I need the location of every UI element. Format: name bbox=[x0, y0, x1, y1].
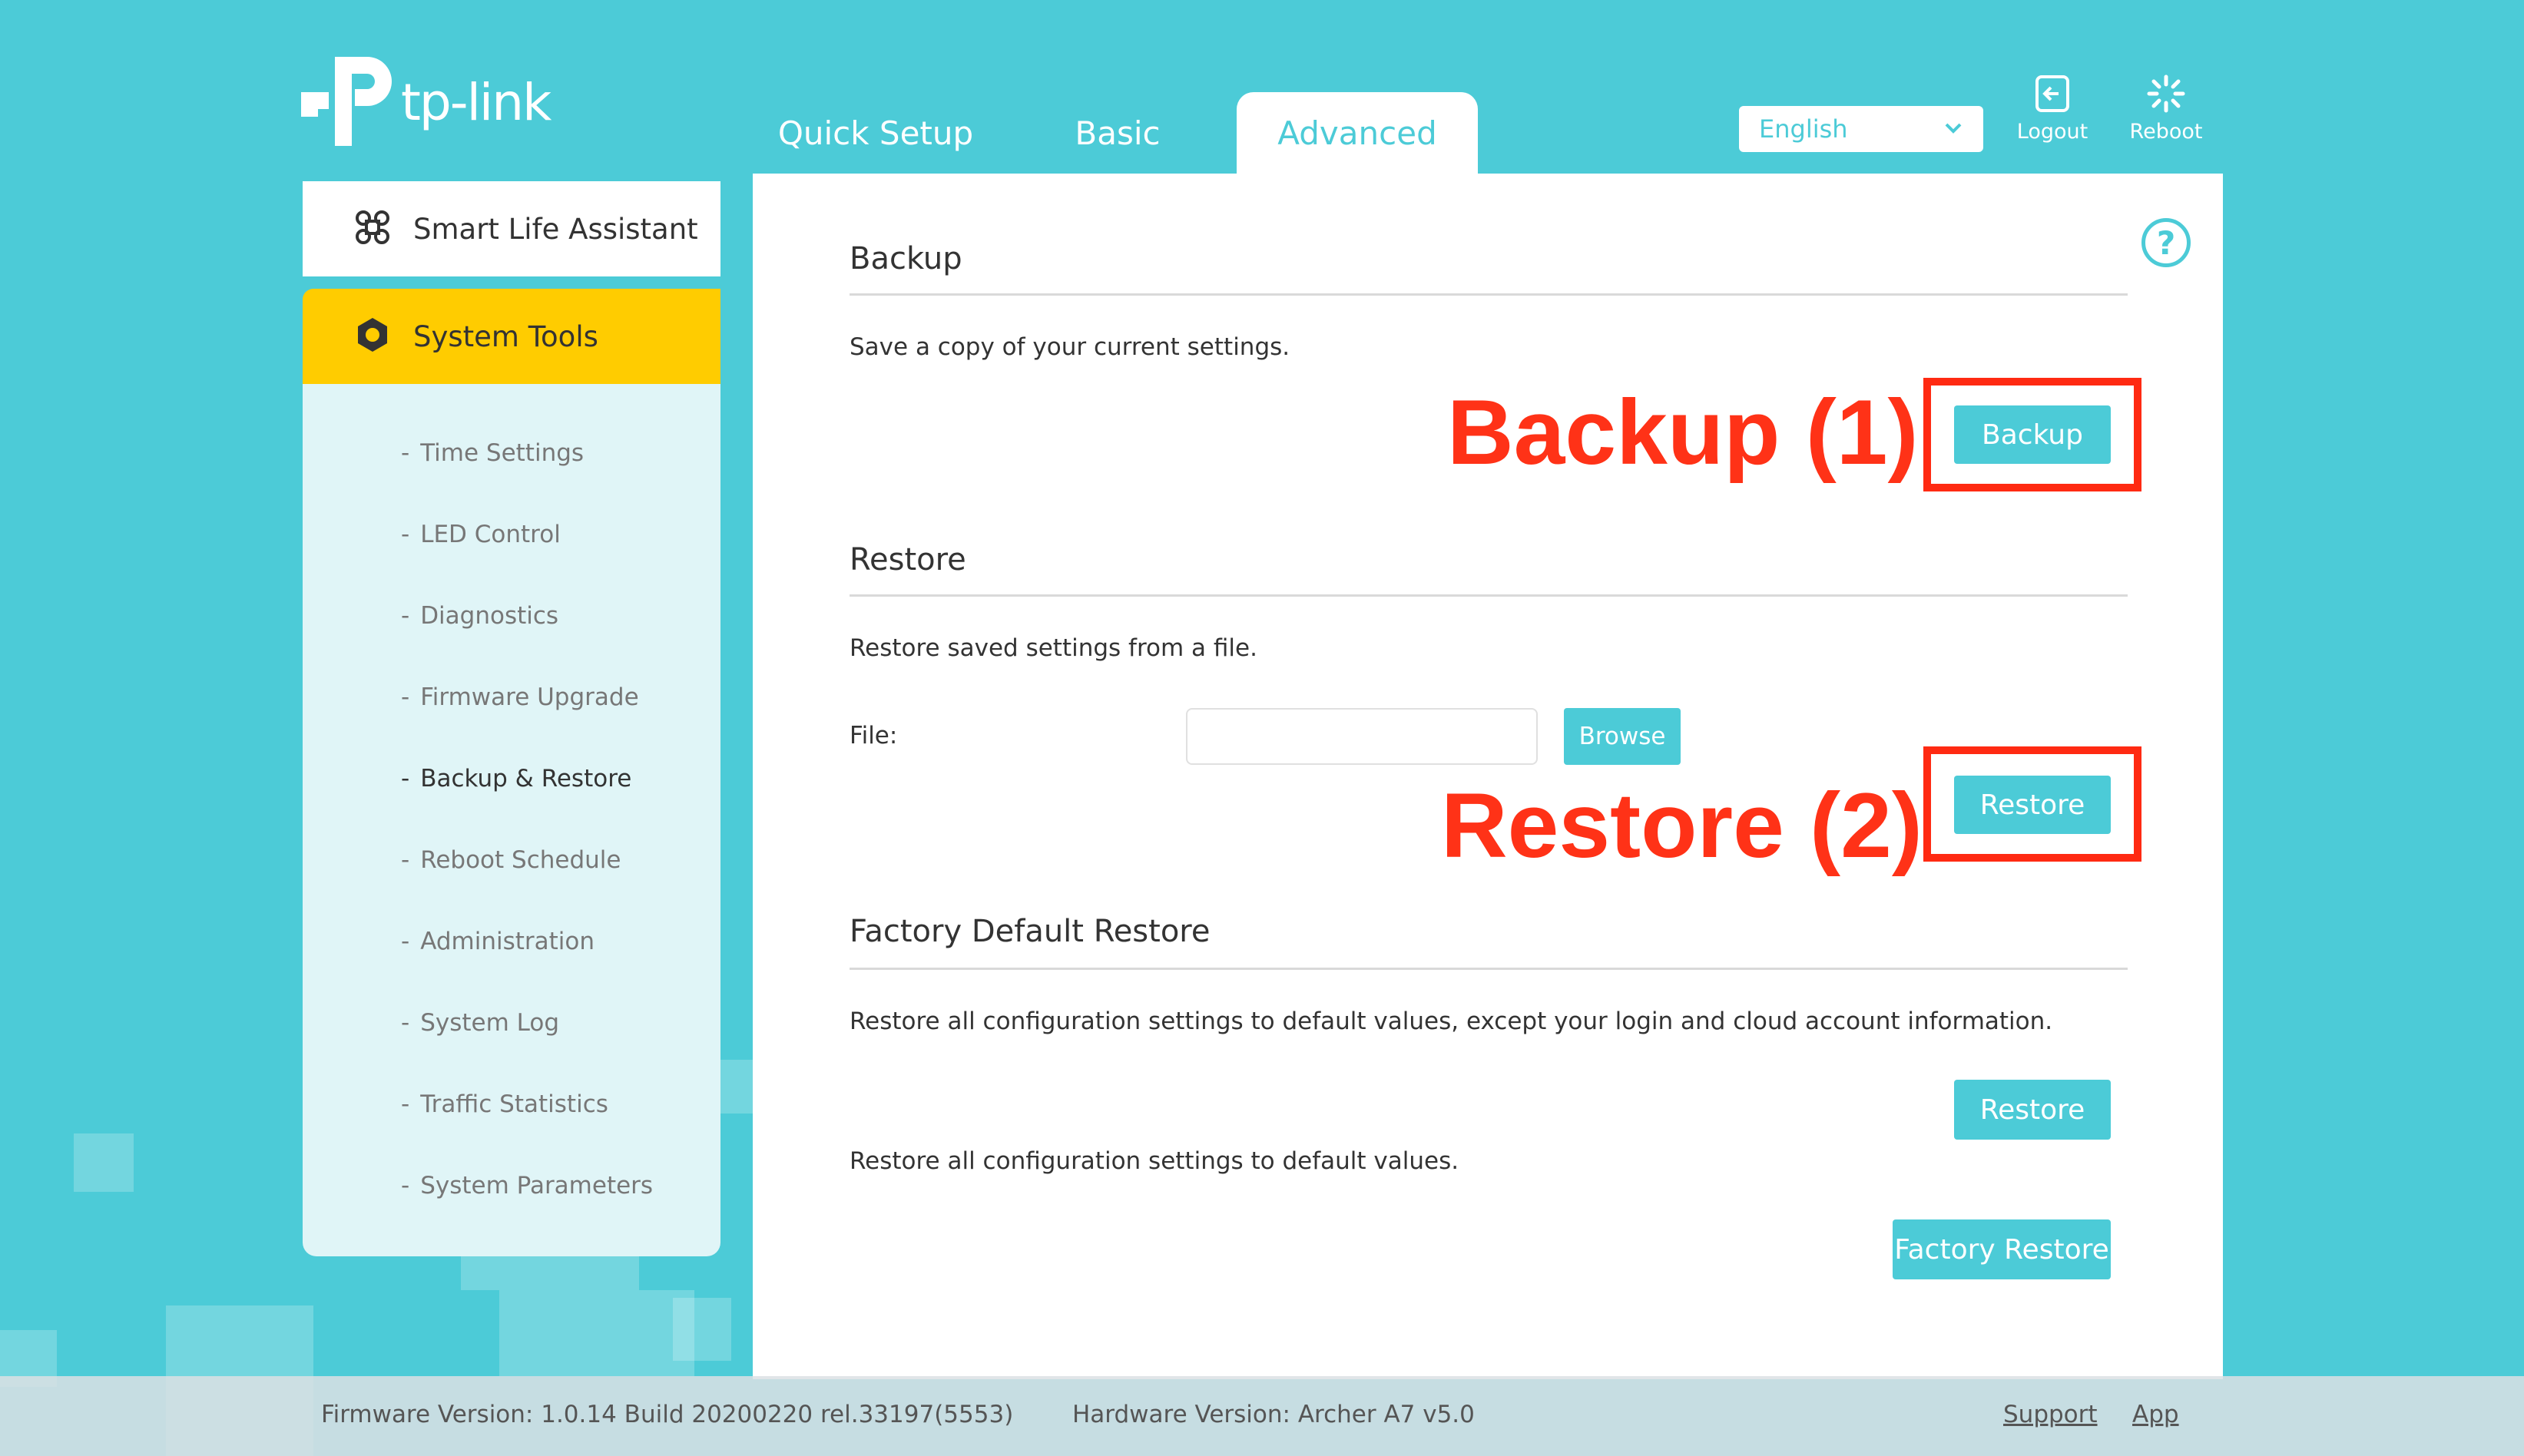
sidebar-item-led-control[interactable]: - LED Control bbox=[401, 521, 561, 548]
sidebar-item-label: Administration bbox=[420, 928, 595, 955]
hardware-version: Hardware Version: Archer A7 v5.0 bbox=[1072, 1401, 1475, 1428]
backup-button[interactable]: Backup bbox=[1954, 405, 2111, 464]
sidebar-item-label: Reboot Schedule bbox=[420, 846, 621, 874]
restore-title: Restore bbox=[850, 542, 966, 577]
sidebar-item-administration[interactable]: - Administration bbox=[401, 928, 595, 955]
tab-basic[interactable]: Basic bbox=[1014, 92, 1221, 174]
sidebar-item-label: System Parameters bbox=[420, 1172, 654, 1200]
restore-callout-label: Restore (2) bbox=[1441, 774, 1923, 877]
backup-description: Save a copy of your current settings. bbox=[850, 333, 1290, 361]
sidebar-item-firmware-upgrade[interactable]: - Firmware Upgrade bbox=[401, 683, 639, 711]
logout-label: Logout bbox=[2016, 120, 2088, 144]
logout-icon bbox=[2035, 75, 2069, 112]
brand-name: tp-link bbox=[401, 72, 552, 132]
restore-description: Restore saved settings from a file. bbox=[850, 634, 1257, 662]
file-label: File: bbox=[850, 722, 898, 750]
sidebar-item-backup-restore[interactable]: - Backup & Restore bbox=[401, 765, 631, 793]
decor-square bbox=[74, 1133, 134, 1192]
chevron-down-icon bbox=[1942, 117, 1965, 146]
factory-description-2: Restore all configuration settings to de… bbox=[850, 1147, 1459, 1175]
sidebar-item-traffic-statistics[interactable]: - Traffic Statistics bbox=[401, 1090, 608, 1118]
tp-link-logo: tp-link bbox=[301, 54, 552, 151]
decor-square bbox=[673, 1298, 731, 1361]
sidebar-item-label: System Tools bbox=[413, 319, 598, 353]
divider bbox=[850, 968, 2128, 970]
tp-link-logo-icon bbox=[301, 54, 395, 151]
divider bbox=[850, 293, 2128, 296]
backup-title: Backup bbox=[850, 241, 962, 276]
sidebar-item-label: Diagnostics bbox=[420, 602, 559, 630]
sidebar-item-label: Firmware Upgrade bbox=[420, 683, 639, 711]
browse-button[interactable]: Browse bbox=[1564, 708, 1681, 765]
tab-advanced[interactable]: Advanced bbox=[1237, 92, 1478, 174]
sidebar-item-system-parameters[interactable]: - System Parameters bbox=[401, 1172, 653, 1200]
app-link[interactable]: App bbox=[2132, 1401, 2179, 1428]
language-select[interactable]: English bbox=[1739, 106, 1983, 152]
language-value: English bbox=[1759, 114, 1848, 144]
support-link[interactable]: Support bbox=[2003, 1401, 2098, 1428]
sidebar-item-label: System Log bbox=[420, 1009, 560, 1037]
sidebar-item-smart-life-assistant[interactable]: Smart Life Assistant bbox=[303, 181, 720, 276]
reboot-icon bbox=[2147, 74, 2185, 113]
logout-button[interactable]: Logout bbox=[2010, 74, 2095, 144]
sidebar-item-diagnostics[interactable]: - Diagnostics bbox=[401, 602, 558, 630]
divider bbox=[850, 594, 2128, 597]
sidebar-item-label: LED Control bbox=[420, 521, 561, 548]
sidebar-item-time-settings[interactable]: - Time Settings bbox=[401, 439, 584, 467]
sidebar-item-label: Backup & Restore bbox=[420, 765, 632, 793]
reboot-button[interactable]: Reboot bbox=[2124, 74, 2208, 144]
sidebar-item-label: Traffic Statistics bbox=[420, 1090, 608, 1118]
firmware-version: Firmware Version: 1.0.14 Build 20200220 … bbox=[321, 1401, 1014, 1428]
backup-callout-label: Backup (1) bbox=[1447, 381, 1919, 484]
sidebar-item-label: Time Settings bbox=[420, 439, 585, 467]
tab-quick-setup[interactable]: Quick Setup bbox=[768, 92, 983, 174]
footer: Firmware Version: 1.0.14 Build 20200220 … bbox=[0, 1376, 2524, 1456]
decor-square bbox=[499, 1290, 694, 1376]
sidebar-item-reboot-schedule[interactable]: - Reboot Schedule bbox=[401, 846, 621, 874]
decor-square bbox=[720, 1060, 754, 1114]
sidebar-item-label: Smart Life Assistant bbox=[413, 212, 698, 246]
file-input[interactable] bbox=[1186, 708, 1538, 765]
factory-restore-partial-button[interactable]: Restore bbox=[1954, 1080, 2111, 1140]
sidebar-item-system-tools[interactable]: System Tools bbox=[303, 289, 720, 384]
main-panel: ? Backup Save a copy of your current set… bbox=[753, 174, 2223, 1379]
gear-icon bbox=[353, 316, 392, 357]
sidebar-item-system-log[interactable]: - System Log bbox=[401, 1009, 559, 1037]
command-icon bbox=[353, 208, 392, 250]
factory-description-1: Restore all configuration settings to de… bbox=[850, 1008, 2053, 1035]
factory-restore-title: Factory Default Restore bbox=[850, 914, 1211, 949]
system-tools-submenu: - Time Settings - LED Control - Diagnostics… bbox=[303, 384, 720, 1256]
factory-restore-button[interactable]: Factory Restore bbox=[1893, 1219, 2111, 1279]
help-icon[interactable]: ? bbox=[2141, 218, 2191, 267]
reboot-label: Reboot bbox=[2129, 120, 2203, 144]
restore-button[interactable]: Restore bbox=[1954, 776, 2111, 834]
